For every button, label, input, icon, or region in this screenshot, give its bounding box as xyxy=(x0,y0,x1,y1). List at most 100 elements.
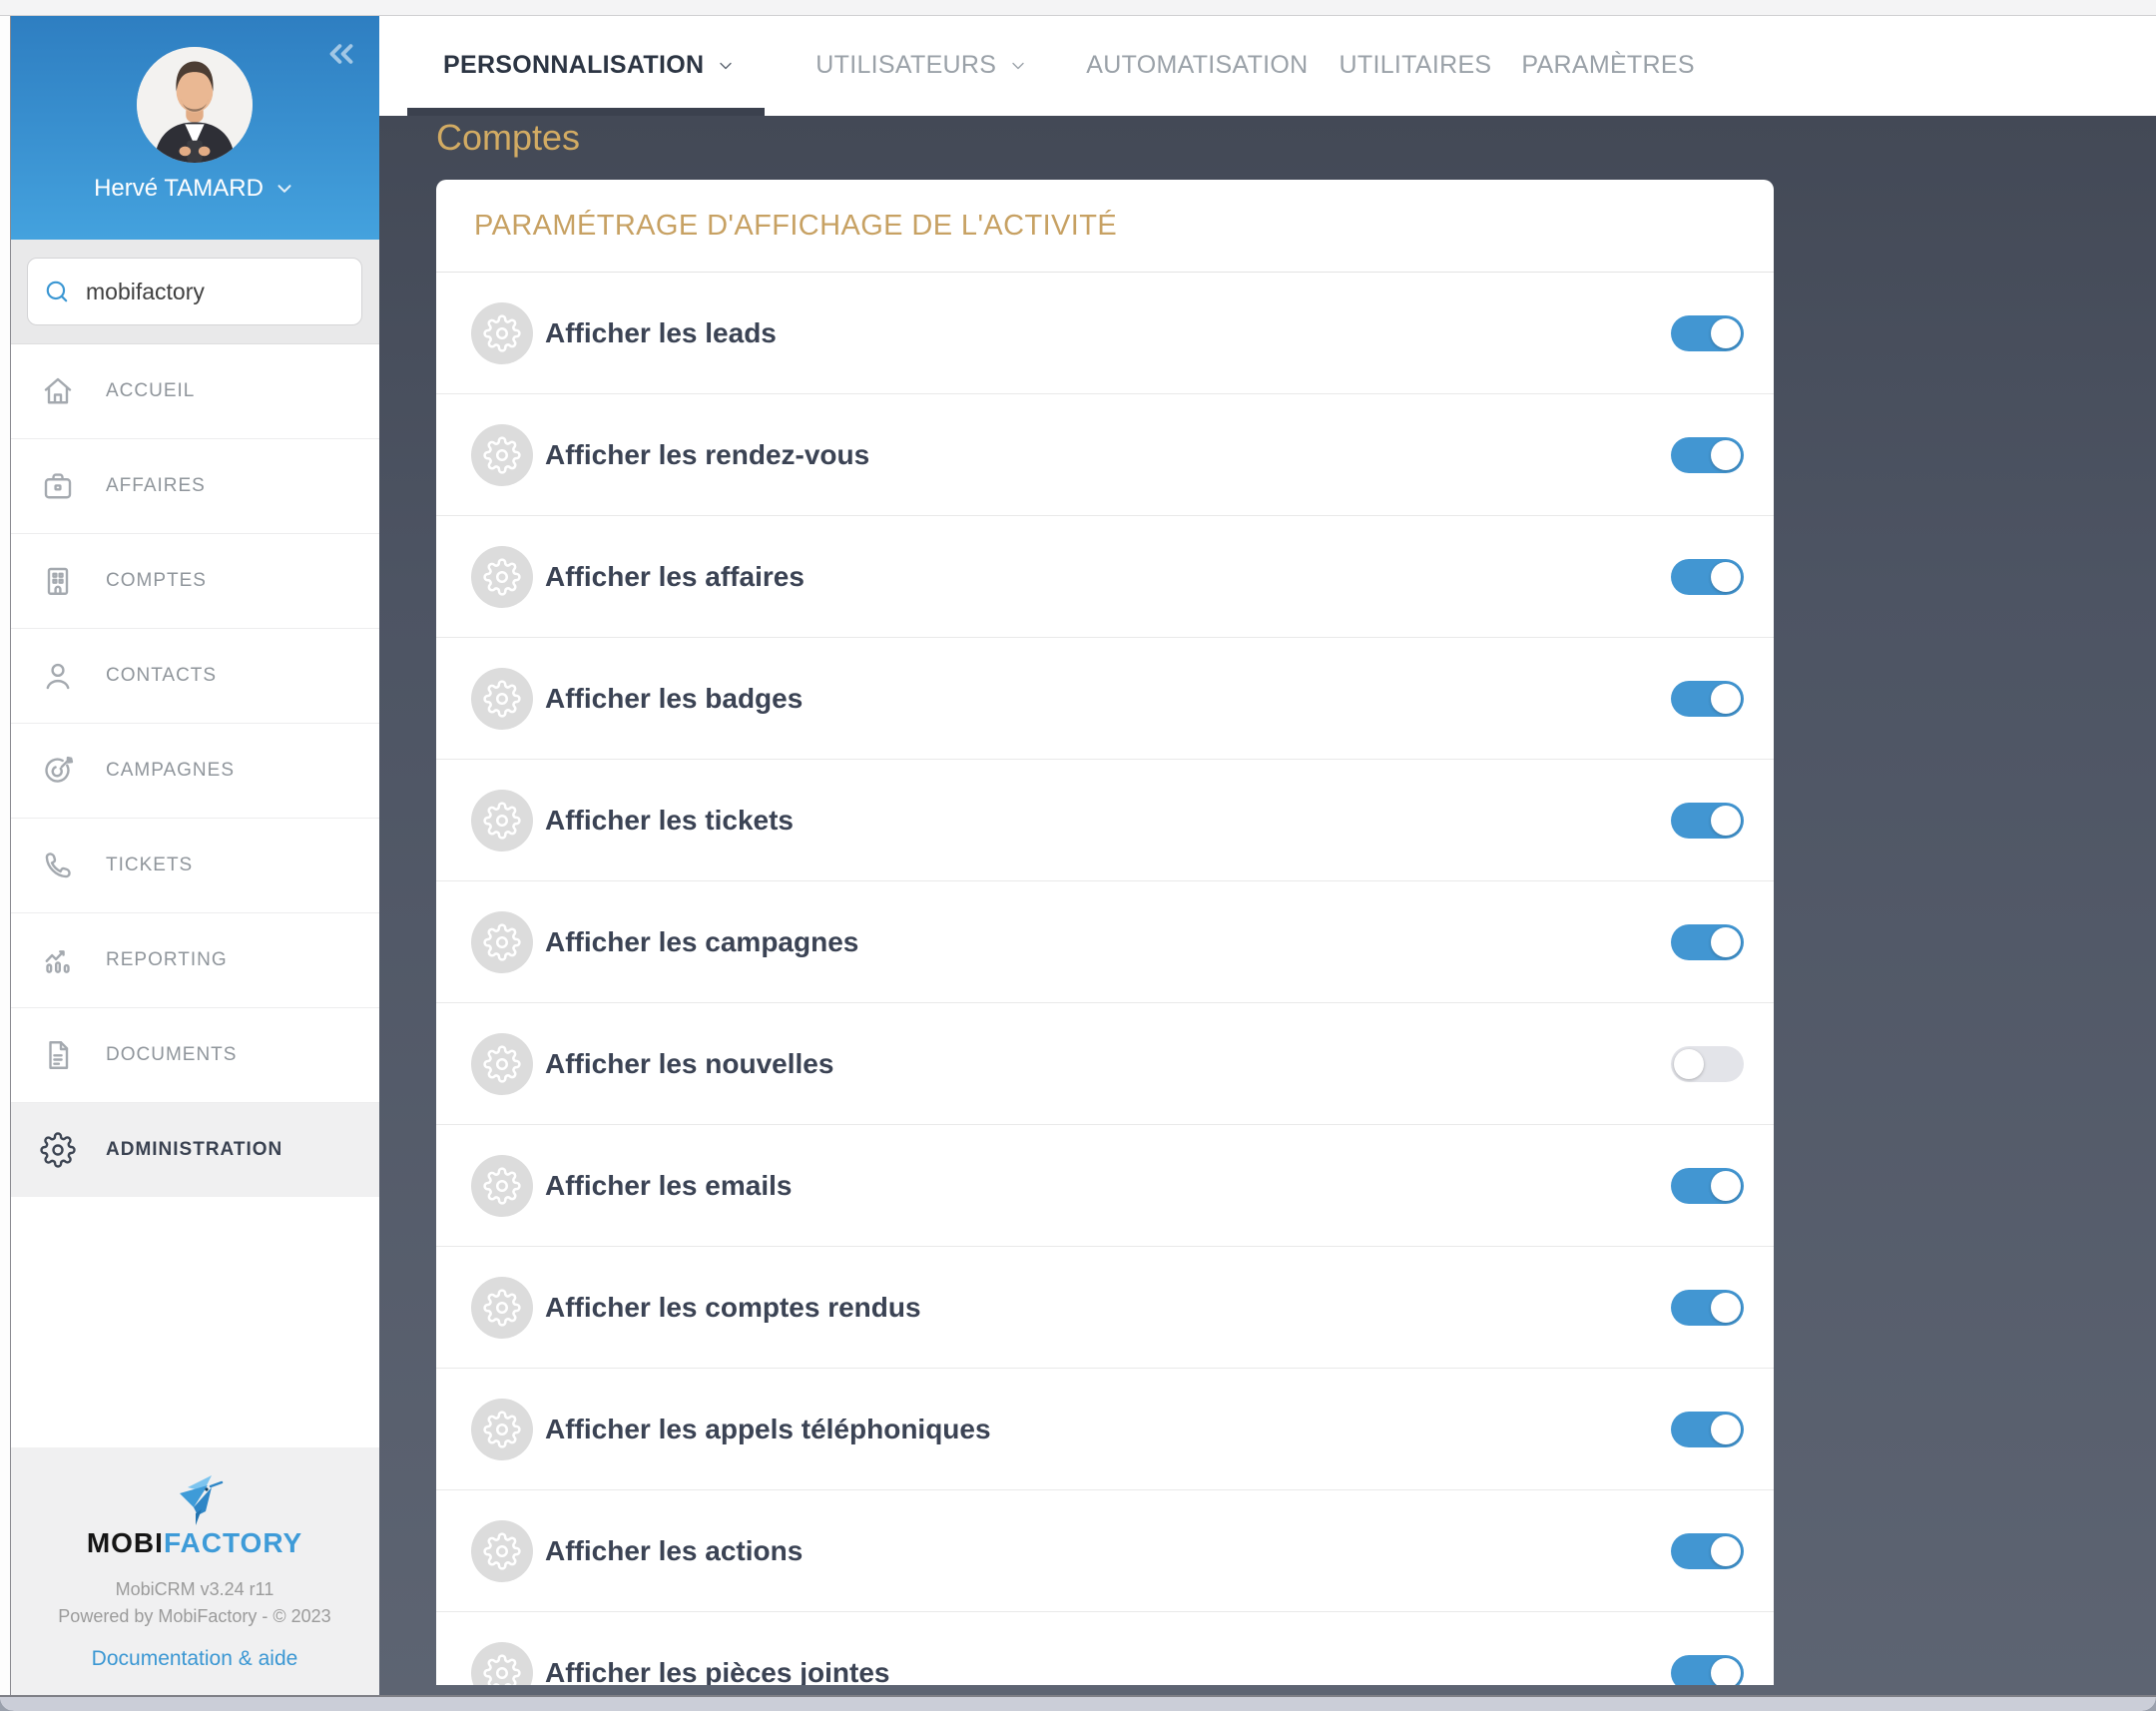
app-version: MobiCRM v3.24 r11 xyxy=(116,1579,274,1600)
gear-icon xyxy=(471,1033,533,1095)
setting-label: Afficher les pièces jointes xyxy=(545,1657,1671,1686)
gear-icon xyxy=(40,1132,76,1168)
toggle-switch[interactable] xyxy=(1671,1412,1744,1447)
sidebar-item-administration[interactable]: ADMINISTRATION xyxy=(10,1103,379,1197)
gear-icon xyxy=(471,424,533,486)
tab-label: UTILISATEURS xyxy=(815,51,996,80)
gear-icon xyxy=(471,1520,533,1582)
avatar[interactable] xyxy=(137,47,253,163)
toggle-row: Afficher les affaires xyxy=(436,516,1774,638)
gear-icon xyxy=(471,1277,533,1339)
tab-parametres[interactable]: PARAMÈTRES xyxy=(1521,51,1694,80)
toggle-knob xyxy=(1711,1171,1741,1201)
documentation-link[interactable]: Documentation & aide xyxy=(92,1647,298,1671)
sidebar-item-label: AFFAIRES xyxy=(106,475,206,497)
setting-label: Afficher les leads xyxy=(545,317,1671,349)
tab-label: PARAMÈTRES xyxy=(1521,51,1694,80)
tab-utilitaires[interactable]: UTILITAIRES xyxy=(1340,51,1492,80)
window-left-edge xyxy=(0,0,11,1711)
setting-label: Afficher les badges xyxy=(545,683,1671,715)
setting-label: Afficher les appels téléphoniques xyxy=(545,1414,1671,1445)
toggle-switch[interactable] xyxy=(1671,924,1744,960)
sidebar-item-tickets[interactable]: TICKETS xyxy=(10,819,379,913)
setting-label: Afficher les actions xyxy=(545,1535,1671,1567)
sidebar-item-label: COMPTES xyxy=(106,570,207,592)
sidebar-search xyxy=(10,240,379,343)
top-nav-bar: PERSONNALISATION UTILISATEURS AUTOMATISATI… xyxy=(379,15,2156,116)
tab-label: PERSONNALISATION xyxy=(443,51,704,80)
gear-icon xyxy=(471,790,533,852)
sidebar-item-documents[interactable]: DOCUMENTS xyxy=(10,1008,379,1103)
user-menu[interactable]: Hervé TAMARD xyxy=(94,175,295,203)
sidebar-item-label: CAMPAGNES xyxy=(106,760,235,782)
toggle-switch[interactable] xyxy=(1671,681,1744,717)
setting-label: Afficher les affaires xyxy=(545,561,1671,593)
toggle-switch[interactable] xyxy=(1671,1655,1744,1686)
search-box xyxy=(27,258,362,325)
tab-automatisation[interactable]: AUTOMATISATION xyxy=(1086,51,1308,80)
sidebar-item-contacts[interactable]: CONTACTS xyxy=(10,629,379,724)
toggle-switch[interactable] xyxy=(1671,315,1744,351)
toggle-row: Afficher les actions xyxy=(436,1490,1774,1612)
toggle-switch[interactable] xyxy=(1671,1168,1744,1204)
tab-label: AUTOMATISATION xyxy=(1086,51,1308,80)
sidebar-item-affaires[interactable]: AFFAIRES xyxy=(10,439,379,534)
sidebar: Hervé TAMARD ACCUEIL AFFAIRES COMPTES CONTA… xyxy=(10,15,379,1697)
toggle-knob xyxy=(1711,562,1741,592)
toggle-switch[interactable] xyxy=(1671,1290,1744,1326)
sidebar-item-label: DOCUMENTS xyxy=(106,1044,237,1066)
settings-card: PARAMÉTRAGE D'AFFICHAGE DE L'ACTIVITÉ Af… xyxy=(436,180,1774,1685)
app-window: Hervé TAMARD ACCUEIL AFFAIRES COMPTES CONTA… xyxy=(0,0,2156,1711)
sidebar-item-campagnes[interactable]: CAMPAGNES xyxy=(10,724,379,819)
setting-label: Afficher les nouvelles xyxy=(545,1048,1671,1080)
tab-personnalisation[interactable]: PERSONNALISATION xyxy=(443,51,736,80)
mobifactory-logo: MOBIFACTORY xyxy=(87,1527,302,1559)
logo-factory: FACTORY xyxy=(164,1527,302,1558)
sidebar-profile: Hervé TAMARD xyxy=(10,15,379,240)
toggle-switch[interactable] xyxy=(1671,1046,1744,1082)
gear-icon xyxy=(471,668,533,730)
toggle-knob xyxy=(1711,318,1741,348)
briefcase-icon xyxy=(40,468,76,504)
chevron-down-icon xyxy=(716,56,736,76)
tab-utilisateurs[interactable]: UTILISATEURS xyxy=(815,51,1028,80)
toggle-knob xyxy=(1711,1658,1741,1686)
toggle-row: Afficher les pièces jointes xyxy=(436,1612,1774,1685)
active-tab-indicator xyxy=(407,108,765,116)
user-name: Hervé TAMARD xyxy=(94,175,264,203)
sidebar-item-accueil[interactable]: ACCUEIL xyxy=(10,344,379,439)
top-nav: PERSONNALISATION UTILISATEURS AUTOMATISATI… xyxy=(443,51,1695,80)
search-input[interactable] xyxy=(84,278,337,306)
user-photo xyxy=(137,47,253,163)
toggle-switch[interactable] xyxy=(1671,1533,1744,1569)
chevrons-left-icon xyxy=(322,35,360,73)
logo-mobi: MOBI xyxy=(87,1527,164,1558)
toggle-knob xyxy=(1711,806,1741,836)
chart-icon xyxy=(40,942,76,978)
sidebar-item-reporting[interactable]: REPORTING xyxy=(10,913,379,1008)
toggle-knob xyxy=(1711,1293,1741,1323)
chevron-down-icon xyxy=(1008,56,1028,76)
toggle-knob xyxy=(1711,440,1741,470)
sidebar-item-label: ADMINISTRATION xyxy=(106,1139,282,1161)
setting-label: Afficher les rendez-vous xyxy=(545,439,1671,471)
gear-icon xyxy=(471,546,533,608)
sidebar-item-comptes[interactable]: COMPTES xyxy=(10,534,379,629)
sidebar-nav: ACCUEIL AFFAIRES COMPTES CONTACTS CAMPAGNES T… xyxy=(10,343,379,1447)
toggle-rows: Afficher les leads Afficher les rendez-vo… xyxy=(436,273,1774,1685)
sidebar-collapse-button[interactable] xyxy=(319,35,363,75)
toggle-switch[interactable] xyxy=(1671,803,1744,839)
sidebar-item-label: TICKETS xyxy=(106,855,193,876)
toggle-knob xyxy=(1674,1049,1704,1079)
phone-icon xyxy=(40,848,76,883)
person-icon xyxy=(40,658,76,694)
setting-label: Afficher les campagnes xyxy=(545,926,1671,958)
window-bottom-strip xyxy=(0,1695,2156,1711)
toggle-row: Afficher les tickets xyxy=(436,760,1774,881)
sidebar-item-label: REPORTING xyxy=(106,949,228,971)
toggle-switch[interactable] xyxy=(1671,437,1744,473)
toggle-switch[interactable] xyxy=(1671,559,1744,595)
page-title: Comptes xyxy=(436,116,2156,158)
tab-label: UTILITAIRES xyxy=(1340,51,1492,80)
mobifactory-bird-icon xyxy=(160,1473,230,1525)
